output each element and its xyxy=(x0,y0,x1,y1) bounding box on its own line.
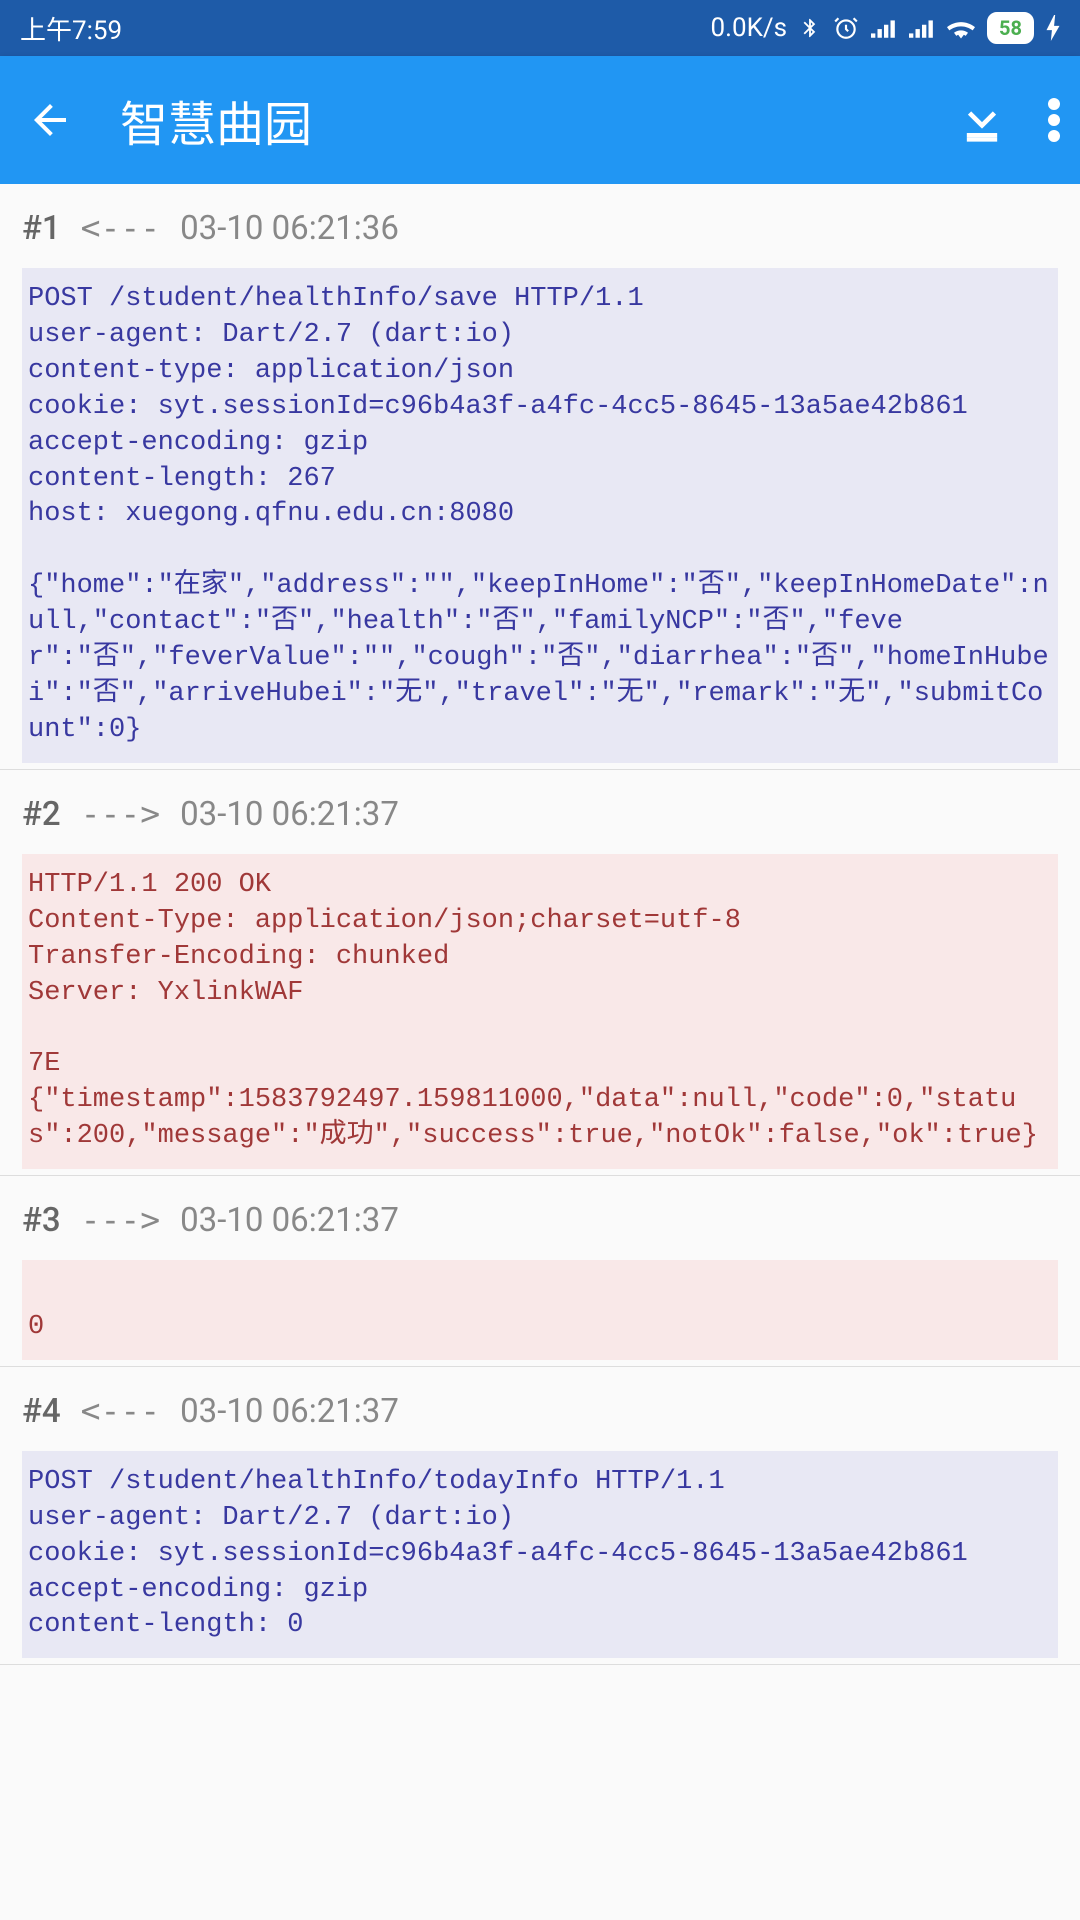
entry-direction: ---> xyxy=(81,794,160,833)
log-entry[interactable]: #3 ---> 03-10 06:21:37 0 xyxy=(0,1176,1080,1367)
log-entry[interactable]: #4 <--- 03-10 06:21:37 POST /student/hea… xyxy=(0,1367,1080,1666)
back-button[interactable] xyxy=(20,90,80,150)
signal-icon-2 xyxy=(909,17,935,39)
arrow-back-icon xyxy=(26,96,74,144)
entry-body: POST /student/healthInfo/todayInfo HTTP/… xyxy=(22,1451,1058,1659)
entry-body: POST /student/healthInfo/save HTTP/1.1 u… xyxy=(22,268,1058,763)
page-title: 智慧曲园 xyxy=(120,85,956,155)
entry-number: #1 xyxy=(22,209,61,248)
log-entry[interactable]: #2 ---> 03-10 06:21:37 HTTP/1.1 200 OK C… xyxy=(0,770,1080,1176)
download-icon xyxy=(956,94,1008,146)
bluetooth-icon xyxy=(799,14,821,42)
more-button[interactable] xyxy=(1048,96,1060,144)
signal-icon-1 xyxy=(871,17,897,39)
entry-number: #4 xyxy=(22,1392,61,1431)
app-bar: 智慧曲园 xyxy=(0,56,1080,184)
entry-timestamp: 03-10 06:21:37 xyxy=(180,795,399,834)
entry-timestamp: 03-10 06:21:37 xyxy=(180,1201,399,1240)
entry-header: #2 ---> 03-10 06:21:37 xyxy=(0,770,1080,854)
entry-direction: ---> xyxy=(81,1200,160,1239)
status-bar: 上午7:59 0.0K/s 58 xyxy=(0,0,1080,56)
entry-direction: <--- xyxy=(81,208,160,247)
download-button[interactable] xyxy=(956,94,1008,146)
entry-timestamp: 03-10 06:21:37 xyxy=(180,1392,399,1431)
log-list[interactable]: #1 <--- 03-10 06:21:36 POST /student/hea… xyxy=(0,184,1080,1920)
entry-timestamp: 03-10 06:21:36 xyxy=(180,209,399,248)
status-time: 上午7:59 xyxy=(20,10,122,47)
entry-header: #1 <--- 03-10 06:21:36 xyxy=(0,184,1080,268)
network-speed: 0.0K/s xyxy=(711,13,788,43)
entry-body: HTTP/1.1 200 OK Content-Type: applicatio… xyxy=(22,854,1058,1169)
battery-indicator: 58 xyxy=(987,12,1034,44)
log-entry[interactable]: #1 <--- 03-10 06:21:36 POST /student/hea… xyxy=(0,184,1080,770)
action-icons xyxy=(956,94,1060,146)
entry-header: #3 ---> 03-10 06:21:37 xyxy=(0,1176,1080,1260)
entry-number: #3 xyxy=(22,1201,61,1240)
entry-direction: <--- xyxy=(81,1391,160,1430)
entry-header: #4 <--- 03-10 06:21:37 xyxy=(0,1367,1080,1451)
entry-number: #2 xyxy=(22,795,61,834)
alarm-icon xyxy=(833,15,859,41)
more-vert-icon xyxy=(1048,96,1060,144)
status-right: 0.0K/s 58 xyxy=(711,12,1061,44)
entry-body: 0 xyxy=(22,1260,1058,1360)
charging-icon xyxy=(1046,15,1060,41)
wifi-icon xyxy=(947,17,975,39)
